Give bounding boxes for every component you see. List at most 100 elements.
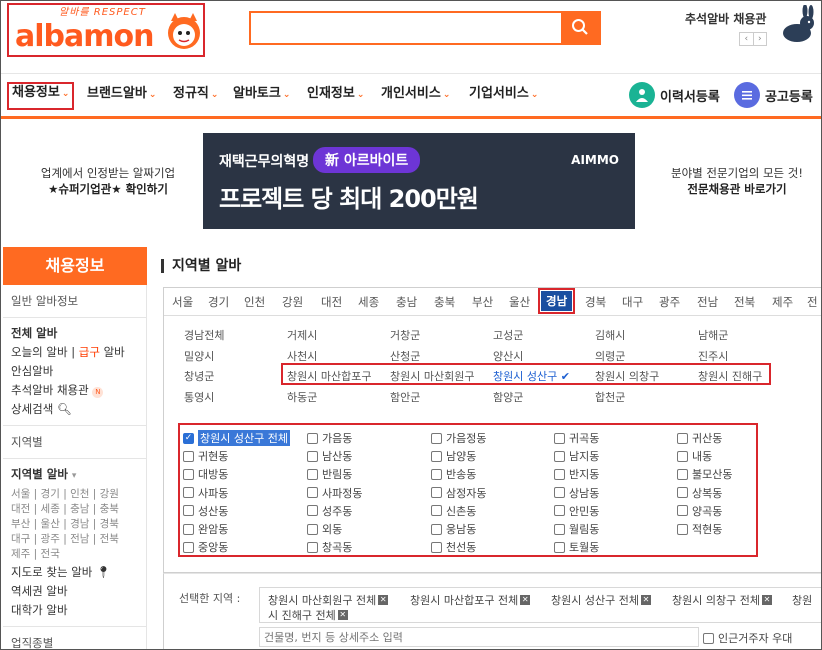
tab-region[interactable]: 대전	[321, 294, 342, 310]
tab-region[interactable]: 충북	[434, 294, 455, 310]
selected-chip[interactable]: 창원시 성산구 전체 ✕	[551, 592, 651, 608]
dong-checkbox[interactable]: 사파동	[183, 485, 228, 501]
ad-prev-button[interactable]: ‹	[740, 33, 754, 45]
selected-chip[interactable]: 창원시 마산회원구 전체 ✕	[268, 592, 389, 608]
dong-checkbox[interactable]: 남지동	[554, 448, 599, 464]
tab-region[interactable]: 광주	[659, 294, 680, 310]
dong-checkbox[interactable]: 남산동	[307, 448, 352, 464]
tab-region-active[interactable]: 경남	[537, 288, 576, 314]
region-row[interactable]: 대전 | 세종 | 충남 | 충북	[11, 502, 138, 517]
dong-checkbox[interactable]: 상남동	[554, 485, 599, 501]
tab-region[interactable]: 전북	[734, 294, 755, 310]
sidebar-item-today[interactable]: 오늘의 알바 | 급구 알바	[3, 343, 146, 362]
close-icon[interactable]: ✕	[378, 595, 389, 605]
dong-checkbox[interactable]: 반송동	[431, 466, 476, 482]
job-post-register-button[interactable]: 공고등록	[734, 82, 813, 108]
dong-checkbox[interactable]: 가음정동	[431, 430, 486, 446]
main-banner[interactable]: 재택근무의혁명 新 아르바이트 프로젝트 당 최대 200만원 AIMMO	[203, 133, 635, 229]
dong-checkbox[interactable]: 외동	[307, 521, 342, 537]
sidebar-item-detail-search[interactable]: 상세검색 🔍︎	[3, 400, 146, 419]
close-icon[interactable]: ✕	[640, 595, 651, 605]
address-detail-input[interactable]	[259, 627, 699, 647]
tab-region[interactable]: 세종	[358, 294, 379, 310]
close-icon[interactable]: ✕	[520, 595, 531, 605]
gnb-job-info[interactable]: 채용정보 ⌄	[7, 82, 75, 110]
dong-checkbox[interactable]: 중앙동	[183, 539, 228, 555]
region-row[interactable]: 대구 | 광주 | 전남 | 전북	[11, 532, 138, 547]
dong-checkbox[interactable]: 사파정동	[307, 485, 362, 501]
dong-checkbox[interactable]: 성주동	[307, 503, 352, 519]
district-item[interactable]: 밀양시	[184, 348, 214, 364]
search-button[interactable]	[561, 13, 599, 43]
tab-region[interactable]: 전	[807, 294, 818, 310]
district-item-selected[interactable]: 창원시 성산구 ✔	[493, 368, 570, 384]
tab-region[interactable]: 대구	[622, 294, 643, 310]
gnb-business-service[interactable]: 기업서비스 ⌄	[469, 84, 538, 106]
sidebar-item-map[interactable]: 지도로 찾는 알바 📍︎	[3, 563, 146, 582]
tab-region[interactable]: 전남	[697, 294, 718, 310]
super-company-ad[interactable]: 업계에서 인정받는 알짜기업 ★슈퍼기업관★ 확인하기	[23, 165, 193, 197]
tab-region[interactable]: 서울	[172, 294, 193, 310]
close-icon[interactable]: ✕	[761, 595, 772, 605]
dong-checkbox[interactable]: 창곡동	[307, 539, 352, 555]
dong-checkbox[interactable]: 적현동	[677, 521, 722, 537]
district-item[interactable]: 경남전체	[184, 327, 224, 343]
expert-company-ad[interactable]: 분야별 전문기업의 모든 것! 전문채용관 바로가기	[651, 165, 821, 197]
gnb-brand-jobs[interactable]: 브랜드알바 ⌄	[87, 84, 156, 106]
dong-checkbox[interactable]: 완암동	[183, 521, 228, 537]
dong-checkbox[interactable]: 귀현동	[183, 448, 228, 464]
sidebar-item-chuseok[interactable]: 추석알바 채용관 N	[3, 381, 146, 400]
dong-checkbox[interactable]: 대방동	[183, 466, 228, 482]
district-item[interactable]: 거창군	[390, 327, 420, 343]
dong-checkbox[interactable]: 귀산동	[677, 430, 722, 446]
district-item[interactable]: 의령군	[595, 348, 625, 364]
dong-checkbox[interactable]: 반림동	[307, 466, 352, 482]
dong-checkbox[interactable]: 웅남동	[431, 521, 476, 537]
gnb-alba-talk[interactable]: 알바토크 ⌄	[233, 84, 290, 106]
district-item[interactable]: 진주시	[698, 348, 728, 364]
dong-checkbox[interactable]: 불모산동	[677, 466, 732, 482]
dong-checkbox[interactable]: 안민동	[554, 503, 599, 519]
district-item[interactable]: 고성군	[493, 327, 523, 343]
dong-checkbox[interactable]: 성산동	[183, 503, 228, 519]
tab-region[interactable]: 제주	[772, 294, 793, 310]
district-item[interactable]: 남해군	[698, 327, 728, 343]
gnb-personal-service[interactable]: 개인서비스 ⌄	[381, 84, 450, 106]
dong-checkbox[interactable]: 월림동	[554, 521, 599, 537]
resume-register-button[interactable]: 이력서등록	[629, 82, 720, 108]
district-item[interactable]: 함양군	[493, 389, 523, 405]
sidebar-item-all-jobs[interactable]: 전체 알바	[3, 324, 146, 343]
district-item[interactable]: 거제시	[287, 327, 317, 343]
tab-region[interactable]: 강원	[282, 294, 303, 310]
district-item[interactable]: 창원시 마산회원구	[390, 368, 474, 384]
region-row[interactable]: 서울 | 경기 | 인천 | 강원	[11, 487, 138, 502]
district-item[interactable]: 창원시 의창구	[595, 368, 659, 384]
district-item[interactable]: 함안군	[390, 389, 420, 405]
selected-chip-partial[interactable]: 창원	[792, 592, 812, 608]
sidebar-item-campus[interactable]: 대학가 알바	[3, 601, 146, 620]
dong-checkbox[interactable]: 삼정자동	[431, 485, 486, 501]
dong-checkbox[interactable]: 양곡동	[677, 503, 722, 519]
gnb-fulltime[interactable]: 정규직 ⌄	[173, 84, 218, 106]
albamon-logo[interactable]: 알바를 RESPECT albamon	[7, 3, 205, 57]
dong-checkbox-all[interactable]: ✓ 창원시 성산구 전체	[183, 430, 290, 446]
district-item[interactable]: 통영시	[184, 389, 214, 405]
selected-chip[interactable]: 창원시 의창구 전체 ✕	[672, 592, 772, 608]
district-item[interactable]: 산청군	[390, 348, 420, 364]
sidebar-item-region-jobs[interactable]: 지역별 알바 ▾	[3, 465, 146, 486]
tab-region[interactable]: 충남	[396, 294, 417, 310]
tab-region[interactable]: 경북	[585, 294, 606, 310]
dong-checkbox[interactable]: 가음동	[307, 430, 352, 446]
urgent-label[interactable]: 급구	[79, 345, 100, 359]
dong-checkbox[interactable]: 반지동	[554, 466, 599, 482]
search-input[interactable]	[251, 13, 561, 43]
district-item[interactable]: 창녕군	[184, 368, 214, 384]
district-item[interactable]: 양산시	[493, 348, 523, 364]
close-icon[interactable]: ✕	[337, 610, 348, 620]
sidebar-item-station[interactable]: 역세권 알바	[3, 582, 146, 601]
district-item[interactable]: 창원시 진해구	[698, 368, 762, 384]
dong-checkbox[interactable]: 신촌동	[431, 503, 476, 519]
dong-checkbox[interactable]: 남양동	[431, 448, 476, 464]
sidebar-item-safe[interactable]: 안심알바	[3, 362, 146, 381]
dong-checkbox[interactable]: 상복동	[677, 485, 722, 501]
